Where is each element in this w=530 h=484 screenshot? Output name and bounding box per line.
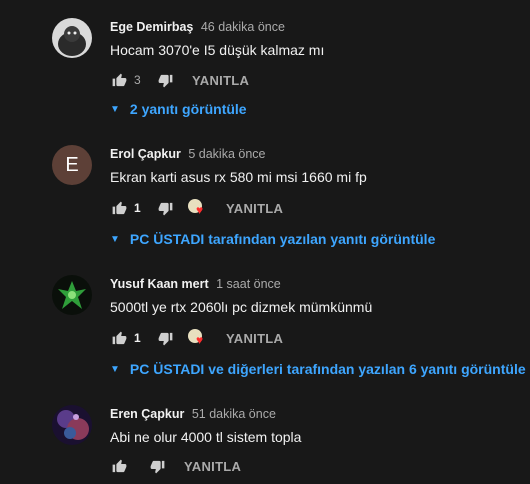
thumb-down-icon[interactable]	[156, 329, 174, 347]
avatar[interactable]	[52, 405, 92, 445]
timestamp[interactable]: 51 dakika önce	[192, 407, 276, 421]
creator-heart-icon: ♥	[188, 198, 210, 218]
reply-button[interactable]: YANITLA	[226, 201, 283, 216]
view-replies-label: 2 yanıtı görüntüle	[129, 101, 247, 117]
view-replies-button[interactable]: ▼ PC ÜSTADI ve diğerleri tarafından yazı…	[110, 361, 526, 377]
thumb-down-icon[interactable]	[156, 71, 174, 89]
comment-header: Yusuf Kaan mert 1 saat önce	[110, 277, 281, 291]
author-name[interactable]: Erol Çapkur	[110, 147, 181, 161]
comment-header: Erol Çapkur 5 dakika önce	[110, 147, 265, 161]
reply-button[interactable]: YANITLA	[226, 331, 283, 346]
comment-actions: 1 ♥ YANITLA	[110, 198, 283, 218]
view-replies-label: PC ÜSTADI ve diğerleri tarafından yazıla…	[129, 361, 526, 377]
like-count: 1	[134, 201, 141, 215]
comment-text: 5000tl ye rtx 2060lı pc dizmek mümkünmü	[110, 299, 373, 315]
thumb-down-icon[interactable]	[148, 457, 166, 475]
thumb-up-icon[interactable]	[110, 329, 128, 347]
comment-actions: YANITLA	[110, 456, 241, 476]
author-name[interactable]: Ege Demirbaş	[110, 20, 193, 34]
view-replies-button[interactable]: ▼ PC ÜSTADI tarafından yazılan yanıtı gö…	[110, 231, 435, 247]
timestamp[interactable]: 5 dakika önce	[188, 147, 265, 161]
thumb-up-icon[interactable]	[110, 71, 128, 89]
comment-actions: 1 ♥ YANITLA	[110, 328, 283, 348]
comment-text: Ekran karti asus rx 580 mi msi 1660 mi f…	[110, 169, 367, 185]
view-replies-button[interactable]: ▼ 2 yanıtı görüntüle	[110, 101, 247, 117]
avatar[interactable]	[52, 18, 92, 58]
thumb-down-icon[interactable]	[156, 199, 174, 217]
author-name[interactable]: Yusuf Kaan mert	[110, 277, 209, 291]
reply-button[interactable]: YANITLA	[184, 459, 241, 474]
reply-button[interactable]: YANITLA	[192, 73, 249, 88]
caret-down-icon: ▼	[110, 103, 120, 115]
comment-header: Ege Demirbaş 46 dakika önce	[110, 20, 285, 34]
author-name[interactable]: Eren Çapkur	[110, 407, 184, 421]
view-replies-label: PC ÜSTADI tarafından yazılan yanıtı görü…	[129, 231, 436, 247]
comment-text: Abi ne olur 4000 tl sistem topla	[110, 429, 302, 445]
thumb-up-icon[interactable]	[110, 457, 128, 475]
timestamp[interactable]: 46 dakika önce	[201, 20, 285, 34]
creator-heart-icon: ♥	[188, 328, 210, 348]
comment-header: Eren Çapkur 51 dakika önce	[110, 407, 276, 421]
caret-down-icon: ▼	[110, 233, 120, 245]
comment-actions: 3 YANITLA	[110, 70, 249, 90]
avatar[interactable]	[52, 275, 92, 315]
comment-text: Hocam 3070'e I5 düşük kalmaz mı	[110, 42, 325, 58]
caret-down-icon: ▼	[110, 363, 120, 375]
like-count: 3	[134, 73, 141, 87]
avatar[interactable]: E	[52, 145, 92, 185]
thumb-up-icon[interactable]	[110, 199, 128, 217]
like-count: 1	[134, 331, 141, 345]
timestamp[interactable]: 1 saat önce	[216, 277, 281, 291]
